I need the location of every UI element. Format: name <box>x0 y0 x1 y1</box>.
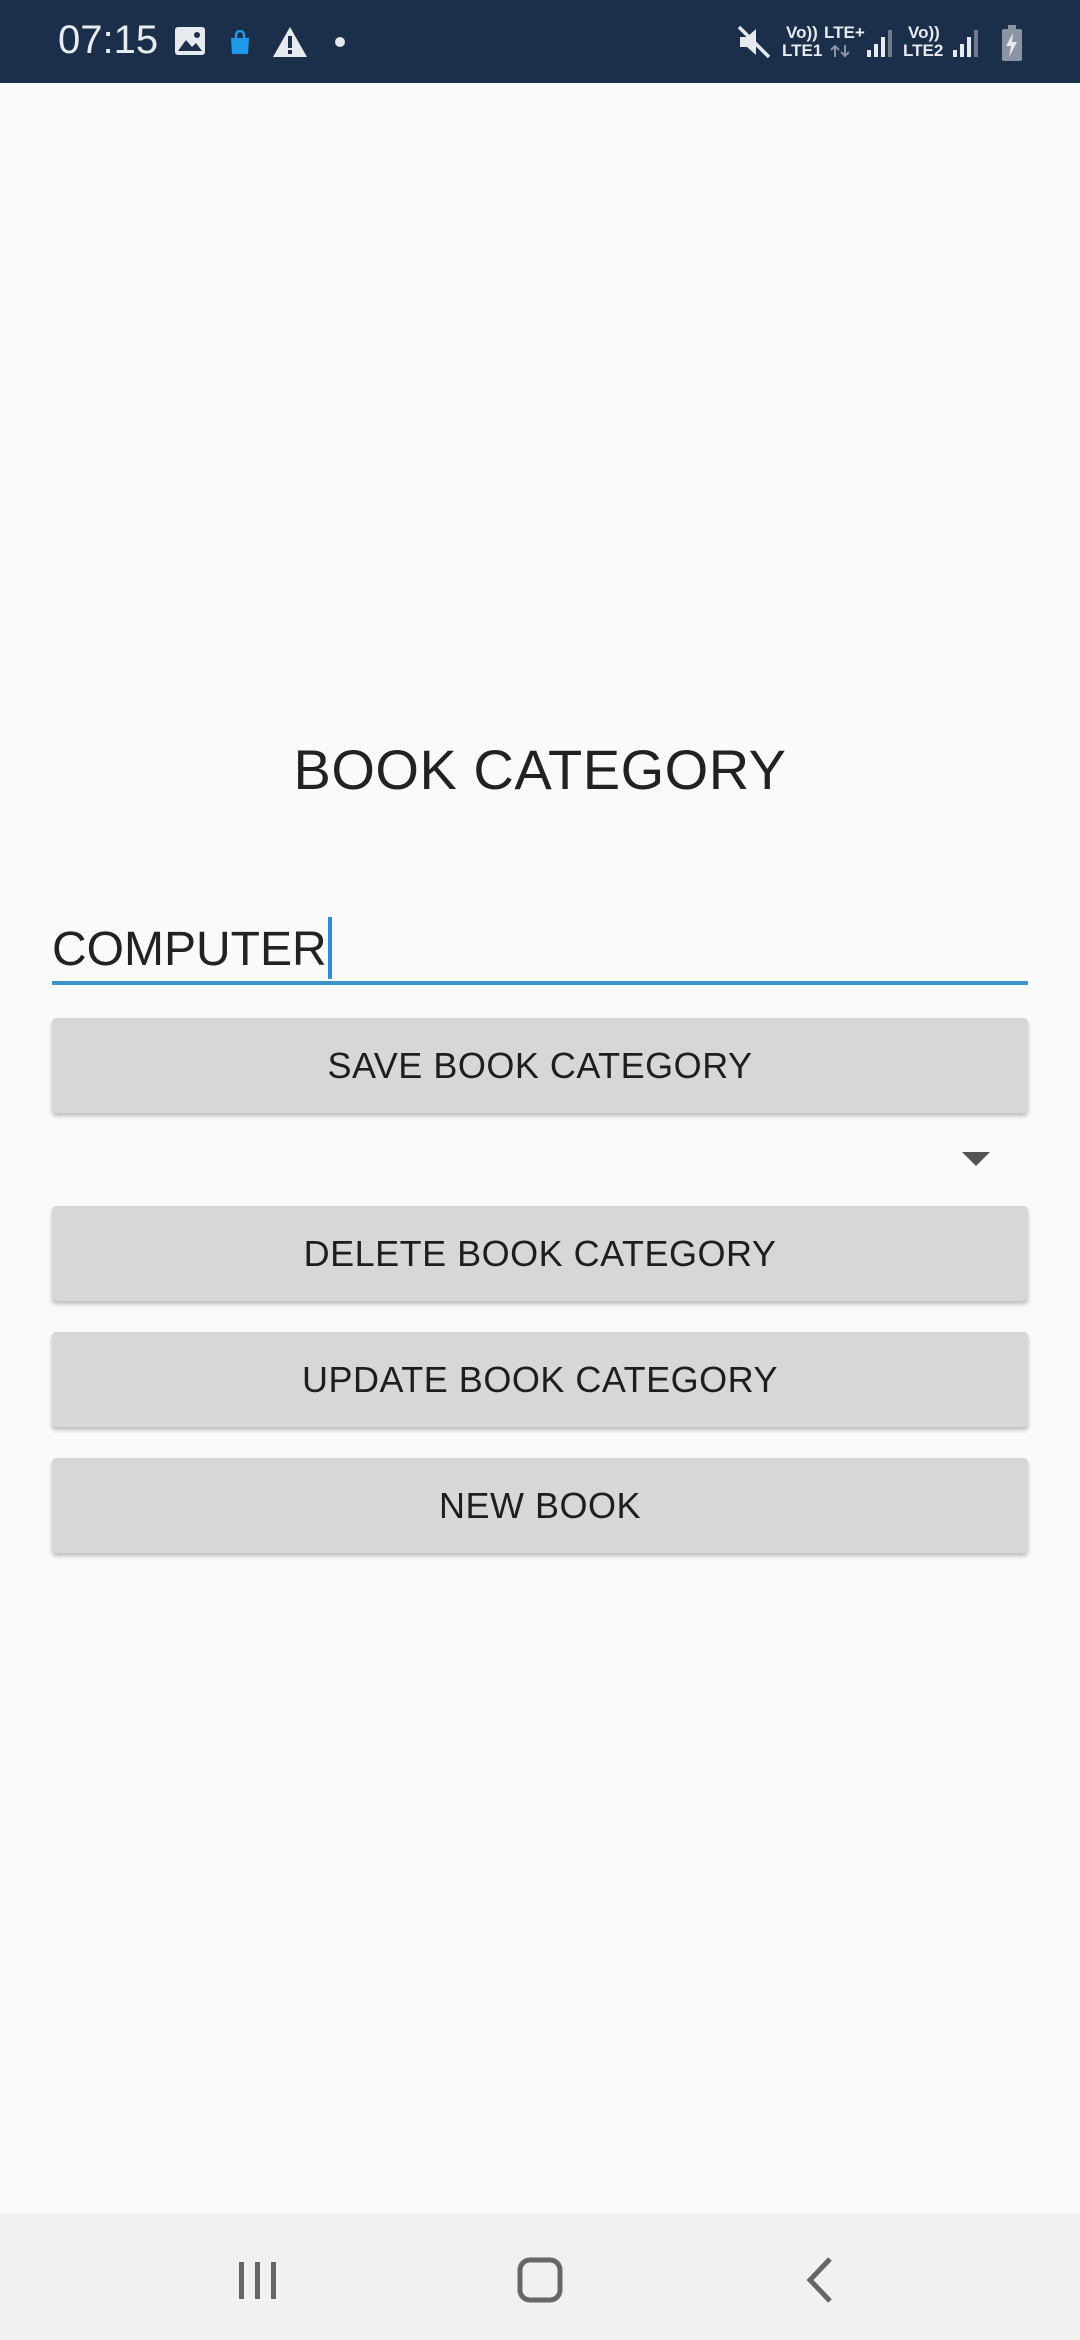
warning-icon <box>273 27 307 57</box>
battery-charging-icon <box>1002 25 1022 61</box>
page-title: BOOK CATEGORY <box>293 738 787 801</box>
back-icon[interactable] <box>786 2245 856 2315</box>
save-category-button[interactable]: SAVE BOOK CATEGORY <box>52 1018 1028 1113</box>
volte2-label: Vo)) <box>908 23 940 42</box>
signal-icon <box>867 30 892 57</box>
navigation-bar <box>0 2213 1080 2340</box>
volte1-label: Vo)) <box>786 23 818 42</box>
mute-icon <box>737 25 771 59</box>
lte2-label: LTE2 <box>903 41 944 60</box>
recent-apps-icon[interactable] <box>223 2245 293 2315</box>
delete-category-button[interactable]: DELETE BOOK CATEGORY <box>52 1206 1028 1301</box>
category-input[interactable]: COMPUTER <box>52 905 1028 985</box>
category-input-value[interactable]: COMPUTER <box>52 917 332 979</box>
home-icon[interactable] <box>505 2245 575 2315</box>
lte1-label: LTE1 <box>782 41 823 60</box>
text-cursor <box>327 917 332 979</box>
dot-icon <box>335 37 345 47</box>
new-book-button[interactable]: NEW BOOK <box>52 1458 1028 1553</box>
data-arrows-icon <box>830 44 850 58</box>
category-spinner[interactable] <box>52 1128 1028 1188</box>
status-bar: 07:15 Vo)) LTE1 LTE+ Vo)) LTE2 <box>0 0 1080 83</box>
dropdown-arrow-icon[interactable] <box>962 1152 990 1166</box>
lte-plus-label: LTE+ <box>824 23 865 42</box>
shopping-bag-icon <box>231 30 249 54</box>
update-category-button[interactable]: UPDATE BOOK CATEGORY <box>52 1332 1028 1427</box>
signal-2-icon <box>953 30 978 57</box>
image-icon <box>175 27 205 55</box>
status-time: 07:15 <box>58 18 159 62</box>
input-underline <box>52 981 1028 985</box>
